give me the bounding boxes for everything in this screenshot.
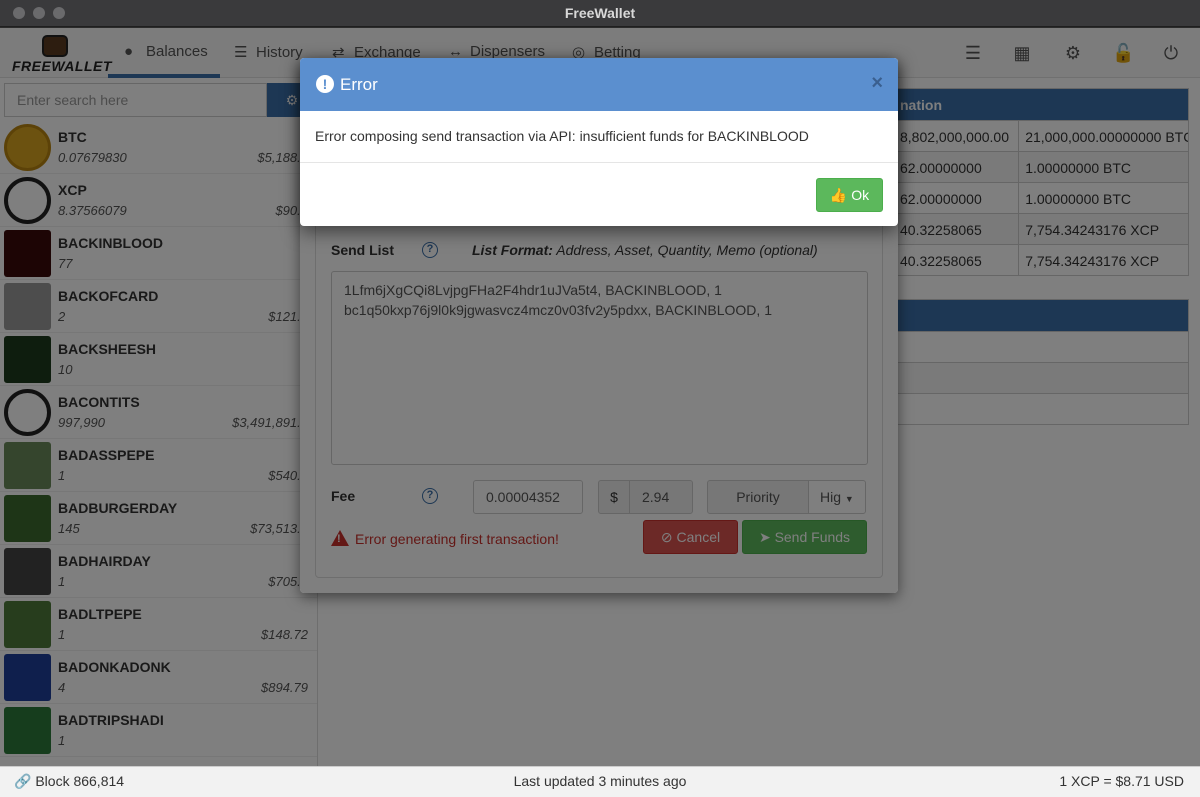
last-updated: Last updated 3 minutes ago (513, 773, 687, 789)
ok-button[interactable]: 👍 Ok (816, 178, 883, 212)
error-dialog-header: ! Error × (300, 58, 898, 111)
thumbs-up-icon: 👍 (829, 187, 848, 203)
error-dialog: ! Error × Error composing send transacti… (300, 58, 898, 226)
window-title: FreeWallet (564, 5, 636, 21)
window-titlebar: FreeWallet (0, 0, 1200, 27)
ok-label: Ok (851, 187, 870, 203)
error-message: Error composing send transaction via API… (300, 111, 898, 163)
exclamation-circle-icon: ! (316, 75, 334, 93)
xcp-rate: 1 XCP = $8.71 USD (1059, 773, 1184, 789)
close-icon[interactable]: × (871, 72, 883, 95)
error-dialog-title: Error (340, 75, 378, 94)
status-bar: 🔗 Block 866,814 Last updated 3 minutes a… (0, 766, 1200, 797)
